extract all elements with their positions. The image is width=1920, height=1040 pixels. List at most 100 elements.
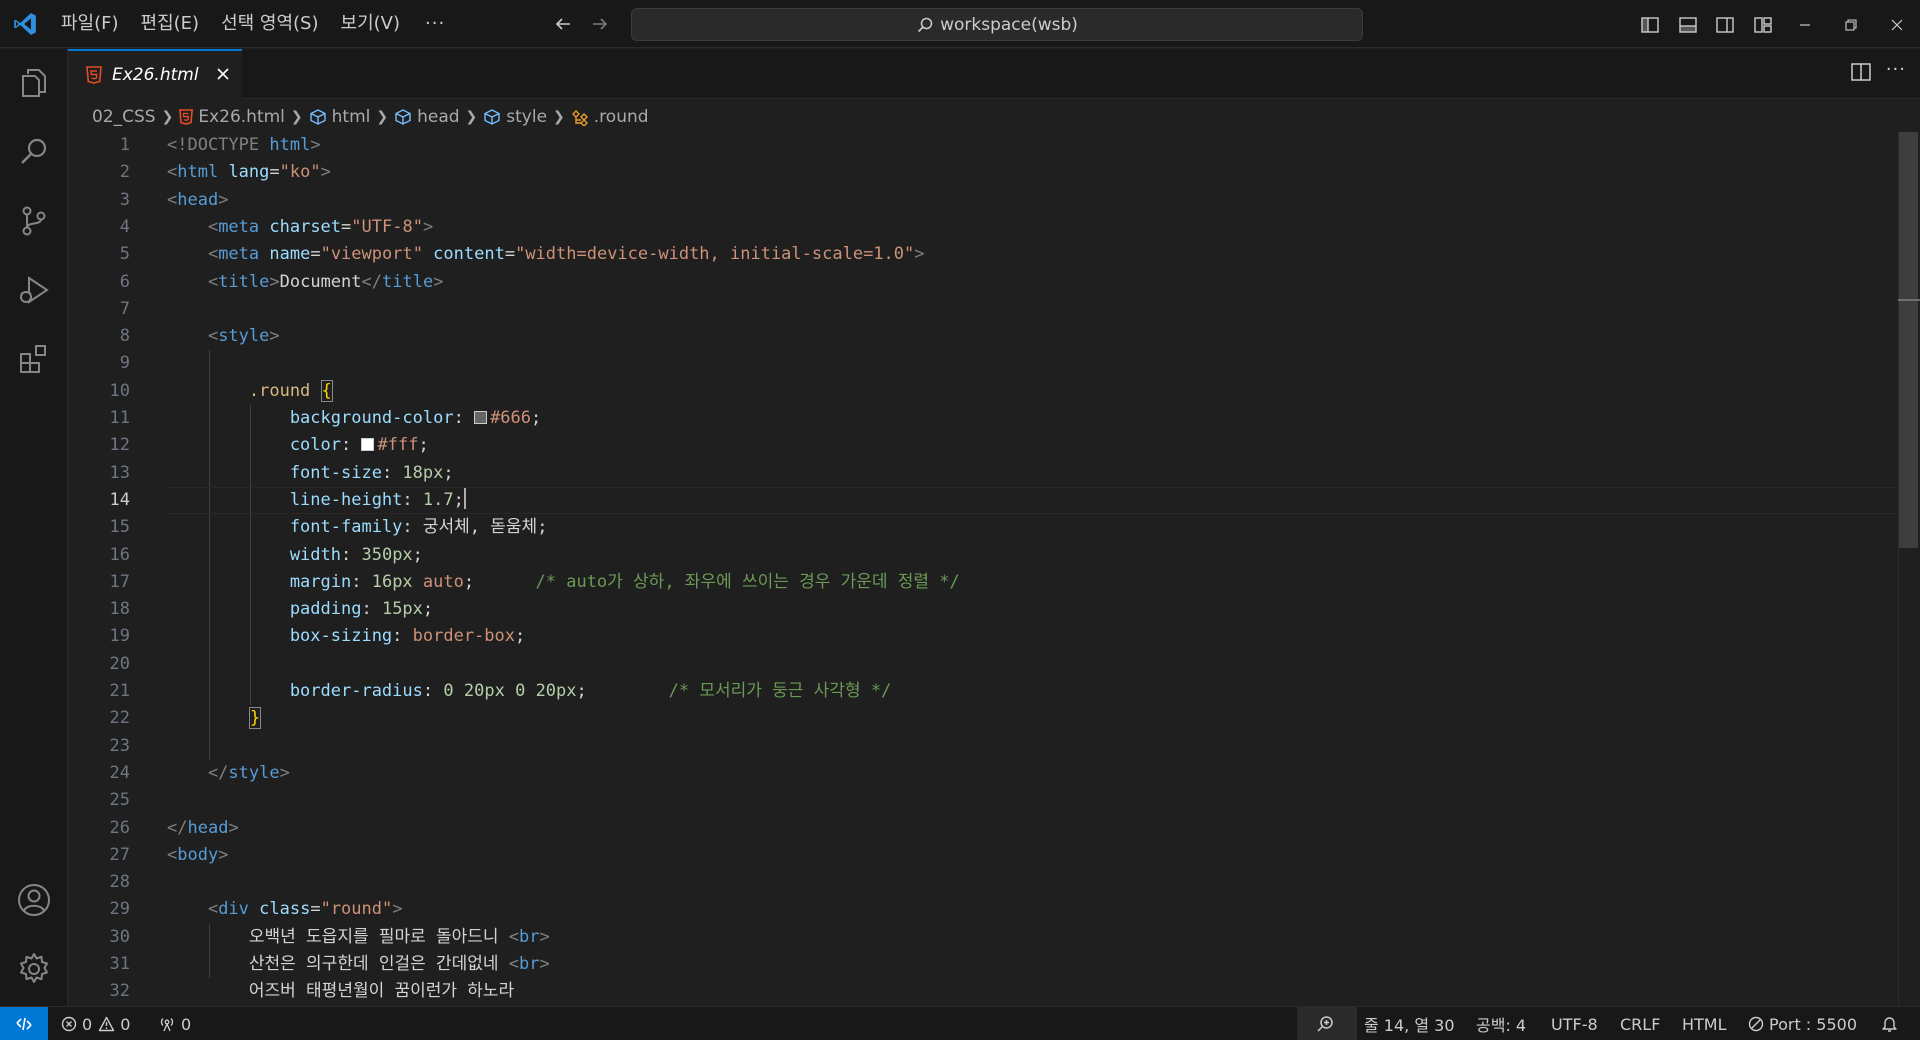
menu-view[interactable]: 보기(V): [330, 0, 411, 48]
code-line[interactable]: 16 width: 350px;: [68, 542, 1898, 569]
code-line[interactable]: 26 </head>: [68, 815, 1898, 842]
code-line[interactable]: 18 padding: 15px;: [68, 596, 1898, 623]
code-line[interactable]: 11 background-color: #666;: [68, 405, 1898, 432]
code-token: :: [361, 599, 382, 620]
run-debug-icon[interactable]: [12, 268, 56, 312]
source-control-icon[interactable]: [12, 199, 56, 243]
restore-icon[interactable]: [1838, 12, 1864, 38]
code-token: br: [519, 926, 540, 947]
breadcrumb-style[interactable]: style: [483, 107, 547, 127]
extensions-icon[interactable]: [12, 337, 56, 381]
code-token: html: [177, 162, 219, 183]
menu-edit[interactable]: 편집(E): [130, 0, 211, 48]
toggle-panel-icon[interactable]: [1675, 12, 1701, 38]
code-token: :: [351, 571, 372, 592]
code-line[interactable]: 30 오백년 도읍지를 필마로 돌아드니 <br>: [68, 924, 1898, 951]
breadcrumb-head[interactable]: head: [394, 107, 460, 127]
indentation-status[interactable]: 공백: 4: [1476, 1007, 1526, 1040]
live-server-status[interactable]: Port : 5500: [1748, 1007, 1857, 1040]
zoom-icon[interactable]: [1297, 1007, 1357, 1040]
code-token: border-radius: [167, 681, 423, 701]
code-line[interactable]: 10 .round {: [68, 378, 1898, 405]
code-line[interactable]: 1 <!DOCTYPE html>: [68, 132, 1898, 159]
encoding-status[interactable]: UTF-8: [1551, 1007, 1598, 1040]
toggle-secondary-sidebar-icon[interactable]: [1712, 12, 1738, 38]
code-line[interactable]: 8 <style>: [68, 323, 1898, 350]
code-line[interactable]: 21 border-radius: 0 20px 0 20px; /* 모서리가…: [68, 678, 1898, 705]
code-line[interactable]: 3 <head>: [68, 187, 1898, 214]
code-line[interactable]: 7: [68, 296, 1898, 323]
command-center-search[interactable]: workspace(wsb): [631, 8, 1363, 41]
eol-status[interactable]: CRLF: [1620, 1007, 1660, 1040]
code-line[interactable]: 25: [68, 787, 1898, 814]
code-token: br: [519, 954, 540, 974]
vertical-scrollbar-thumb[interactable]: [1899, 132, 1918, 548]
code-token: content: [422, 244, 505, 265]
code-line[interactable]: 23: [68, 733, 1898, 760]
chevron-right-icon: ❯: [161, 109, 174, 125]
code-line[interactable]: 20: [68, 651, 1898, 678]
close-icon[interactable]: [212, 63, 234, 85]
cursor-position-status[interactable]: 줄 14, 열 30: [1364, 1007, 1455, 1040]
settings-gear-icon[interactable]: [12, 947, 56, 991]
code-line[interactable]: 22 }: [68, 705, 1898, 732]
code-token: "round": [320, 899, 393, 920]
breadcrumb-html[interactable]: html: [309, 107, 370, 127]
code-line[interactable]: 15 font-family: 궁서체, 돋움체;: [68, 514, 1898, 541]
color-swatch[interactable]: [474, 411, 488, 424]
bell-icon[interactable]: [1881, 1007, 1903, 1040]
remote-icon[interactable]: [0, 1007, 48, 1040]
arrow-right-icon[interactable]: [587, 11, 613, 37]
code-token: .round: [167, 380, 321, 401]
code-line[interactable]: 19 box-sizing: border-box;: [68, 623, 1898, 650]
account-icon[interactable]: [12, 878, 56, 922]
breadcrumb-folder[interactable]: 02_CSS: [92, 107, 156, 127]
code-token: <: [167, 326, 219, 347]
code-token: border-box: [412, 626, 516, 647]
code-line[interactable]: 27 <body>: [68, 842, 1898, 869]
code-line[interactable]: 31 산천은 의구한데 인걸은 간데없네 <br>: [68, 951, 1898, 978]
files-icon[interactable]: [12, 61, 56, 105]
menu-selection[interactable]: 선택 영역(S): [210, 0, 329, 48]
menu-more-button[interactable]: ···: [411, 0, 459, 48]
code-token: title: [382, 271, 434, 292]
ports-status[interactable]: 0: [158, 1007, 191, 1040]
code-line[interactable]: 4 <meta charset="UTF-8">: [68, 214, 1898, 241]
code-line[interactable]: 5 <meta name="viewport" content="width=d…: [68, 241, 1898, 268]
search-icon[interactable]: [12, 130, 56, 174]
code-token: margin: [167, 571, 352, 592]
code-line[interactable]: 29 <div class="round">: [68, 896, 1898, 923]
code-line[interactable]: 32 어즈버 태평년월이 꿈이런가 하노라: [68, 978, 1898, 1005]
chevron-right-icon: ❯: [290, 109, 303, 125]
code-token: line-height: [167, 489, 403, 510]
toggle-primary-sidebar-icon[interactable]: [1637, 12, 1663, 38]
arrow-left-icon[interactable]: [550, 11, 576, 37]
code-line[interactable]: 6 <title>Document</title>: [68, 269, 1898, 296]
customize-layout-icon[interactable]: [1750, 12, 1776, 38]
line-number: 21: [109, 681, 130, 701]
split-editor-icon[interactable]: [1850, 61, 1872, 87]
code-line[interactable]: 2 <html lang="ko">: [68, 159, 1898, 186]
line-number: 28: [109, 872, 130, 893]
close-window-icon[interactable]: [1884, 12, 1910, 38]
code-line[interactable]: 17 margin: 16px auto; /* auto가 상하, 좌우에 쓰…: [68, 569, 1898, 596]
code-token: head: [187, 817, 229, 838]
code-line[interactable]: 13 font-size: 18px;: [68, 460, 1898, 487]
code-token: 15px: [381, 599, 423, 620]
code-line[interactable]: 12 color: #fff;: [68, 432, 1898, 459]
menu-file[interactable]: 파일(F): [50, 0, 130, 48]
code-line[interactable]: 9: [68, 350, 1898, 377]
code-editor[interactable]: 1 <!DOCTYPE html> 2 <html lang="ko"> 3 <head>…: [68, 132, 1898, 1006]
tab-ex26-html[interactable]: Ex26.html: [68, 49, 242, 99]
code-line[interactable]: 28: [68, 869, 1898, 896]
code-token: :: [341, 435, 362, 456]
language-mode-status[interactable]: HTML: [1682, 1007, 1727, 1040]
color-swatch[interactable]: [361, 438, 375, 452]
minimize-icon[interactable]: [1792, 12, 1818, 38]
breadcrumb-selector[interactable]: .round: [571, 107, 649, 127]
code-line[interactable]: 14 line-height: 1.7;: [68, 486, 1898, 514]
editor-more-actions-button[interactable]: ···: [1886, 59, 1906, 80]
code-line[interactable]: 24 </style>: [68, 760, 1898, 787]
problems-status[interactable]: 0 0: [61, 1007, 130, 1040]
breadcrumb-file[interactable]: Ex26.html: [179, 107, 285, 127]
